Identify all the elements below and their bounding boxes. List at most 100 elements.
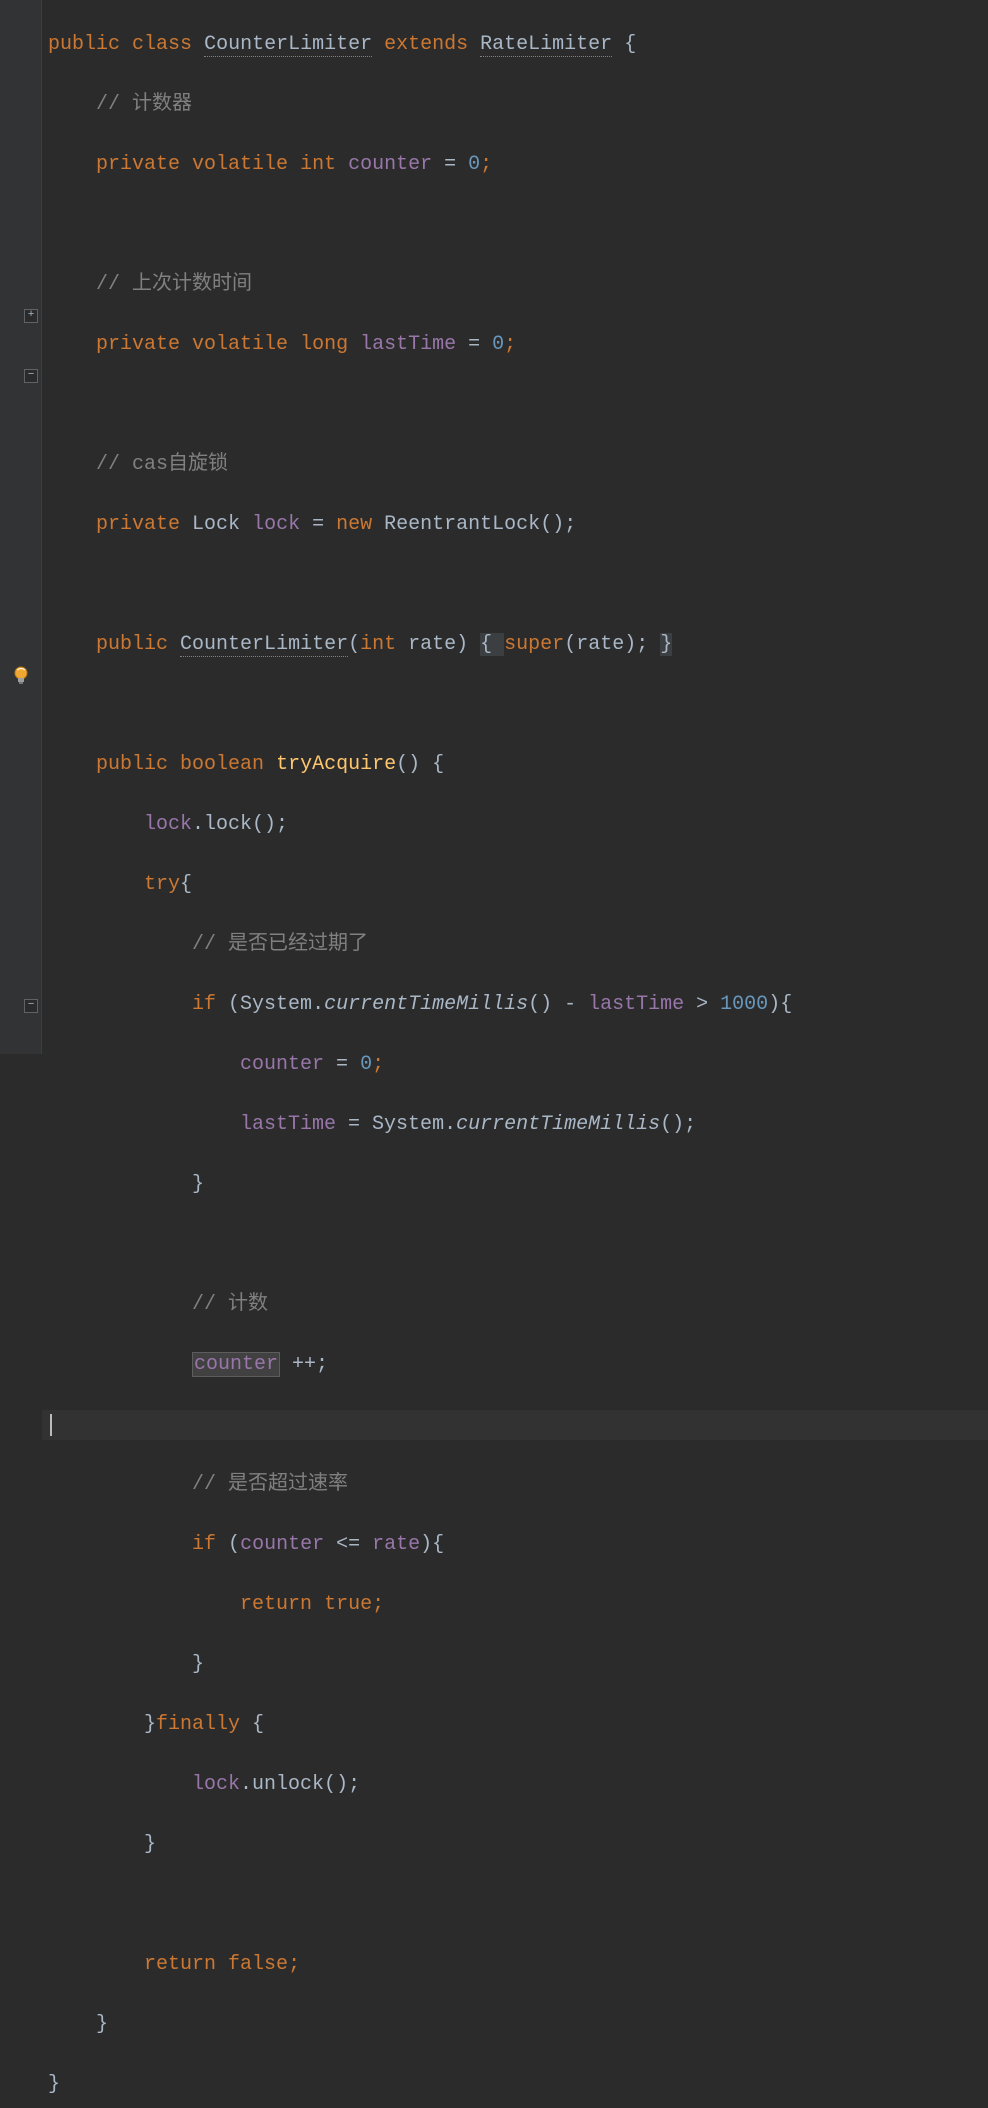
code-line[interactable]: // 计数	[42, 1290, 988, 1320]
field: counter	[240, 1533, 324, 1556]
keyword: if	[192, 993, 216, 1016]
keyword: finally	[156, 1713, 240, 1736]
code-line[interactable]: }	[42, 1830, 988, 1860]
keyword: private	[96, 333, 180, 356]
comment: // cas自旋锁	[96, 453, 228, 476]
code-line[interactable]: return false;	[42, 1950, 988, 1980]
code-line[interactable]: counter ++;	[42, 1350, 988, 1380]
fold-expand-icon[interactable]: +	[24, 309, 38, 323]
folded-brace[interactable]: }	[660, 633, 672, 656]
punct: =	[444, 153, 468, 176]
semicolon: ;	[288, 1953, 300, 1976]
punct: ();	[660, 1113, 696, 1136]
code-line[interactable]: }finally {	[42, 1710, 988, 1740]
code-line[interactable]	[42, 690, 988, 720]
code-line[interactable]: lock.unlock();	[42, 1770, 988, 1800]
number: 0	[360, 1053, 372, 1076]
number: 1000	[720, 993, 768, 1016]
keyword: true	[324, 1593, 372, 1616]
punct: {	[240, 1713, 264, 1736]
punct: .lock();	[192, 813, 288, 836]
punct: ();	[540, 513, 576, 536]
brace: }	[192, 1173, 204, 1196]
code-line[interactable]: }	[42, 2010, 988, 2040]
field-highlighted: counter	[192, 1352, 280, 1377]
intention-bulb-icon[interactable]	[12, 667, 30, 685]
parameter: rate	[408, 633, 456, 656]
code-line[interactable]: private volatile int counter = 0;	[42, 150, 988, 180]
semicolon: ;	[372, 1593, 384, 1616]
class-ref: RateLimiter	[480, 33, 612, 57]
punct: () {	[396, 753, 444, 776]
code-line[interactable]: private volatile long lastTime = 0;	[42, 330, 988, 360]
code-line[interactable]: public boolean tryAcquire() {	[42, 750, 988, 780]
code-line[interactable]: counter = 0;	[42, 1050, 988, 1080]
current-line[interactable]	[42, 1410, 988, 1440]
code-line[interactable]: lastTime = System.currentTimeMillis();	[42, 1110, 988, 1140]
constructor-name: CounterLimiter	[180, 633, 348, 657]
punct: ){	[420, 1533, 444, 1556]
comment: // 计数	[192, 1293, 268, 1316]
punct: (	[348, 633, 360, 656]
keyword: boolean	[180, 753, 264, 776]
code-line[interactable]: public CounterLimiter(int rate) { super(…	[42, 630, 988, 660]
comment: // 计数器	[96, 93, 192, 116]
code-line[interactable]: }	[42, 1650, 988, 1680]
code-line[interactable]: if (counter <= rate){	[42, 1530, 988, 1560]
punct: ++;	[280, 1353, 328, 1376]
field: lock	[192, 1773, 240, 1796]
code-line[interactable]	[42, 1890, 988, 1920]
code-line[interactable]: public class CounterLimiter extends Rate…	[42, 30, 988, 60]
folded-brace[interactable]: {	[480, 633, 504, 656]
method-name: tryAcquire	[276, 753, 396, 776]
code-line[interactable]	[42, 210, 988, 240]
code-line[interactable]	[42, 570, 988, 600]
punct: () -	[528, 993, 588, 1016]
code-line[interactable]	[42, 390, 988, 420]
caret-icon	[50, 1414, 52, 1436]
field: counter	[240, 1053, 324, 1076]
punct: .unlock();	[240, 1773, 360, 1796]
keyword: if	[192, 1533, 216, 1556]
number: 0	[492, 333, 504, 356]
keyword: super	[504, 633, 564, 656]
code-line[interactable]: // 是否已经过期了	[42, 930, 988, 960]
code-line[interactable]: // cas自旋锁	[42, 450, 988, 480]
punct: ){	[768, 993, 792, 1016]
keyword: extends	[384, 33, 468, 56]
field: lastTime	[240, 1113, 336, 1136]
code-line[interactable]: // 是否超过速率	[42, 1470, 988, 1500]
comment: // 是否超过速率	[192, 1473, 348, 1496]
code-line[interactable]: try{	[42, 870, 988, 900]
code-line[interactable]: }	[42, 2070, 988, 2100]
class-ref: ReentrantLock	[384, 513, 540, 536]
code-line[interactable]: lock.lock();	[42, 810, 988, 840]
code-line[interactable]: return true;	[42, 1590, 988, 1620]
code-line[interactable]: // 计数器	[42, 90, 988, 120]
code-editor[interactable]: public class CounterLimiter extends Rate…	[42, 0, 988, 2108]
fold-collapse-icon[interactable]: −	[24, 369, 38, 383]
code-line[interactable]: if (System.currentTimeMillis() - lastTim…	[42, 990, 988, 1020]
number: 0	[468, 153, 480, 176]
brace: }	[192, 1653, 204, 1676]
punct: = System.	[336, 1113, 456, 1136]
punct: (	[216, 1533, 240, 1556]
keyword: class	[132, 33, 192, 56]
keyword: public	[48, 33, 120, 56]
field: lock	[252, 513, 300, 536]
keyword: new	[336, 513, 372, 536]
code-line[interactable]: private Lock lock = new ReentrantLock();	[42, 510, 988, 540]
code-line[interactable]: // 上次计数时间	[42, 270, 988, 300]
code-line[interactable]: }	[42, 1170, 988, 1200]
keyword: return	[144, 1953, 216, 1976]
fold-collapse-icon[interactable]: −	[24, 999, 38, 1013]
keyword: long	[300, 333, 348, 356]
keyword: public	[96, 753, 168, 776]
keyword: false	[228, 1953, 288, 1976]
brace: }	[144, 1713, 156, 1736]
operator: <=	[324, 1533, 372, 1556]
static-method: currentTimeMillis	[324, 993, 528, 1016]
code-line[interactable]	[42, 1230, 988, 1260]
field: counter	[348, 153, 432, 176]
field: lastTime	[588, 993, 684, 1016]
